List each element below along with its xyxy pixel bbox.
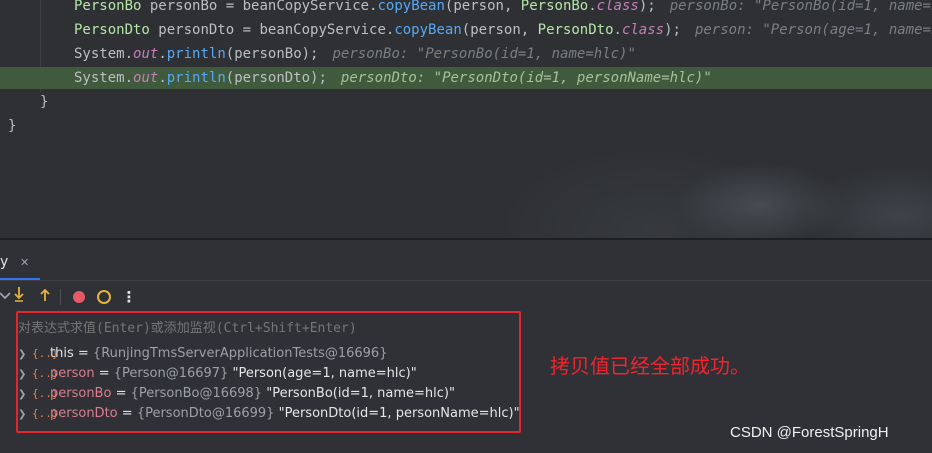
watermark: CSDN @ForestSpringH [730,424,889,441]
arg-token: person [470,22,521,38]
operator-token: = [242,22,252,38]
method-token: println [166,70,226,86]
tab-debug[interactable]: y ✕ [0,248,40,280]
brace-token: } [40,94,49,110]
arg-token: (personDto); [225,70,327,86]
current-execution-line[interactable]: System.out.println(personDto); personDto:… [0,67,932,89]
inline-value-hint: personBo: "PersonBo(id=1, name=hlc)" [669,0,932,14]
inline-value-hint: personBo: "PersonBo(id=1, name=hlc)" [332,46,636,62]
toolbar-separator [60,289,61,305]
method-token: copyBean [377,0,445,14]
paren-token: ( [461,22,471,38]
debug-panel: y ✕ ⋮ ❯{..}this = {RunjingTmsServerAppli… [0,240,932,453]
comma-token: , [503,0,521,14]
brace-token: } [8,118,17,134]
dot-token: . [158,46,167,62]
method-token: copyBean [394,22,462,38]
operator-token: = [225,0,235,14]
closing-brace-class: } [8,115,16,137]
debug-tabbar: y ✕ [0,240,932,281]
comma-token: , [520,22,538,38]
code-line-2[interactable]: PersonDto personDto = beanCopyService.co… [74,19,932,41]
close-token: ); [664,22,681,38]
var-token: personBo [149,0,218,14]
step-into-icon[interactable] [8,286,30,308]
type-token: PersonBo [74,0,142,14]
system-token: System. [74,46,134,62]
class-ref-token: PersonBo [520,0,589,14]
dot-token: . [588,0,597,14]
code-editor[interactable]: PersonBo personBo = beanCopyService.copy… [0,0,932,238]
arg-token: (personBo); [225,46,319,62]
system-token: System. [74,70,134,86]
inline-value-hint: personDto: "PersonDto(id=1, personName=h… [340,70,712,86]
arg-token: person [453,0,504,14]
close-icon[interactable]: ✕ [20,256,29,269]
var-token: personDto [158,22,235,38]
method-token: println [166,46,226,62]
close-token: ); [638,0,656,14]
out-field-token: out [133,46,159,62]
annotation-text: 拷贝值已经全部成功。 [550,354,750,378]
type-token: PersonDto [74,22,150,38]
more-options-icon[interactable]: ⋮ [118,286,140,308]
object-token: beanCopyService. [242,0,378,14]
class-keyword: class [596,0,639,14]
class-keyword: class [621,22,665,38]
object-token: beanCopyService. [259,22,395,38]
out-field-token: out [133,70,159,86]
mute-breakpoints-icon[interactable] [93,286,115,308]
view-breakpoints-icon[interactable] [68,286,90,308]
code-line-1[interactable]: PersonBo personBo = beanCopyService.copy… [74,0,932,17]
dot-token: . [613,22,622,38]
debug-toolbar: ⋮ [0,284,300,310]
class-ref-token: PersonDto [537,22,614,38]
highlight-box [16,311,521,433]
tab-label: y [0,254,9,270]
closing-brace-method: } [40,91,48,113]
inline-value-hint: person: "Person(age=1, name=hlc)" [694,22,932,38]
dot-token: . [158,70,167,86]
step-out-icon[interactable] [34,286,56,308]
code-line-3[interactable]: System.out.println(personBo); personBo: "… [74,43,636,65]
